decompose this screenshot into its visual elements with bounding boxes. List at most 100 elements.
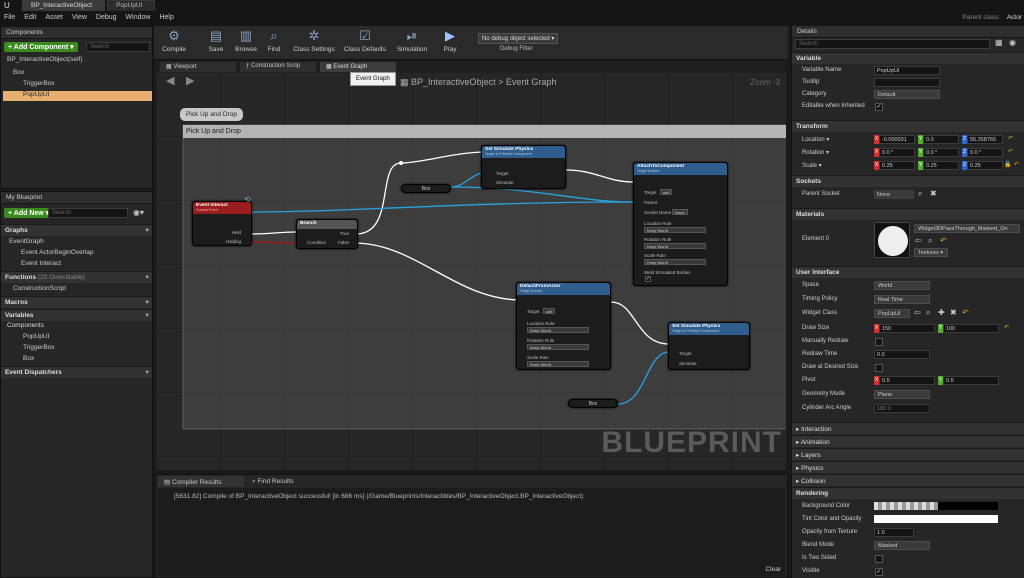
textures-dropdown[interactable]: Textures ▾ — [914, 248, 948, 257]
add-icon[interactable]: ✚ — [938, 308, 945, 317]
manually-redraw-checkbox[interactable] — [875, 338, 883, 346]
back-arrow-icon[interactable]: ◀ — [166, 74, 174, 87]
browse-icon[interactable]: ⌕ — [926, 308, 930, 318]
components-category[interactable]: Components — [3, 322, 44, 332]
lock-icon[interactable]: 🔓 — [1004, 161, 1011, 168]
interaction-section[interactable]: ▸ Interaction — [792, 422, 1024, 434]
pin-true[interactable]: True — [340, 231, 349, 236]
add-variable-icon[interactable]: + — [145, 312, 149, 319]
clear-icon[interactable]: ✖ — [930, 189, 937, 198]
parent-class-value[interactable]: Actor — [1007, 14, 1022, 21]
rotation-z-input[interactable]: 0.0 ° — [967, 148, 1003, 157]
space-dropdown[interactable]: World — [874, 281, 930, 290]
background-color-swatch[interactable] — [938, 502, 998, 510]
add-macro-icon[interactable]: + — [145, 299, 149, 306]
eye-icon[interactable]: ◉ — [1009, 38, 1016, 47]
scale-rule-dropdown[interactable]: Keep World — [644, 259, 706, 265]
rendering-section[interactable]: Rendering — [792, 487, 1024, 499]
pin-target[interactable]: Target — [644, 190, 657, 195]
pin-socket-name[interactable]: Socket Name — [644, 210, 671, 215]
search-icon[interactable]: ⌕ — [918, 189, 922, 199]
node-get-box-2[interactable]: Box — [568, 399, 618, 408]
pin-held[interactable]: Held — [232, 230, 241, 235]
add-graph-icon[interactable]: + — [145, 227, 149, 234]
pivot-label[interactable]: Pivot — [802, 377, 815, 383]
scale-x-input[interactable]: 0.25 — [879, 161, 915, 170]
materials-section[interactable]: Materials — [792, 208, 1024, 220]
visible-checkbox[interactable]: ✓ — [875, 568, 883, 576]
event-interact[interactable]: Event Interact — [17, 260, 61, 270]
breadcrumb-root[interactable]: BP_InteractiveObject — [411, 77, 496, 87]
sockets-section[interactable]: Sockets — [792, 175, 1024, 187]
pivot-y-input[interactable]: 0.5 — [943, 376, 999, 385]
draw-size-x-input[interactable]: 150 — [879, 324, 935, 333]
add-new-button[interactable]: + Add New ▾ — [4, 208, 54, 218]
node-attach-to-component[interactable]: AttachToComponent Target is Actor Target … — [633, 162, 728, 286]
geometry-mode-dropdown[interactable]: Plane — [874, 390, 930, 399]
my-blueprint-search-input[interactable]: Search — [48, 208, 128, 218]
eye-icon[interactable]: ◉▾ — [133, 208, 144, 217]
user-interface-section[interactable]: User Interface — [792, 266, 1024, 278]
node-set-simulate-physics-2[interactable]: Set Simulate Physics Target is Primitive … — [668, 322, 750, 370]
class-settings-button[interactable]: ✲ Class Settings — [290, 28, 338, 53]
animation-section[interactable]: ▸ Animation — [792, 435, 1024, 447]
node-branch[interactable]: Branch True False Condition — [296, 219, 358, 249]
variable-triggerbox[interactable]: TriggerBox — [19, 344, 55, 354]
property-matrix-icon[interactable]: ▦ — [995, 38, 1003, 47]
pin-condition[interactable]: Condition — [307, 240, 326, 245]
node-get-box[interactable]: Box — [401, 184, 451, 193]
component-box[interactable]: Box — [9, 69, 24, 79]
macros-section[interactable]: Macros + — [1, 296, 152, 308]
weld-checkbox[interactable]: ✓ — [645, 276, 651, 282]
category-dropdown[interactable]: Default — [874, 90, 940, 99]
variables-section[interactable]: Variables + — [1, 309, 152, 321]
pin-simulate[interactable]: Simulate — [496, 180, 514, 185]
pivot-x-input[interactable]: 0.5 — [879, 376, 935, 385]
blend-mode-dropdown[interactable]: Masked — [874, 541, 930, 550]
tab-bp-interactiveobject[interactable]: BP_InteractiveObject — [22, 0, 106, 11]
redraw-time-input[interactable]: 0.0 — [874, 350, 930, 359]
component-triggerbox[interactable]: TriggerBox — [19, 80, 55, 90]
rotation-label[interactable]: Rotation ▾ — [802, 149, 829, 156]
eventgraph-item[interactable]: EventGraph — [5, 238, 44, 248]
pin-false[interactable]: False — [338, 240, 349, 245]
menu-debug[interactable]: Debug — [96, 14, 117, 21]
menu-help[interactable]: Help — [159, 14, 173, 21]
material-thumbnail[interactable] — [874, 222, 910, 258]
node-detach-from-actor[interactable]: DetachFromActor Target is Actor Target se… — [516, 282, 611, 370]
transform-section[interactable]: Transform — [792, 120, 1024, 132]
add-component-button[interactable]: + Add Component ▾ — [4, 42, 78, 52]
draw-size-y-input[interactable]: 100 — [943, 324, 999, 333]
clear-button[interactable]: Clear — [765, 566, 781, 573]
reset-arrow-icon[interactable]: ↶ — [1004, 324, 1009, 331]
parent-socket-value[interactable]: None — [874, 190, 914, 199]
physics-section[interactable]: ▸ Physics — [792, 461, 1024, 473]
reset-arrow-icon[interactable]: ↶ — [1014, 161, 1019, 168]
scale-y-input[interactable]: 0.25 — [923, 161, 959, 170]
menu-asset[interactable]: Asset — [45, 14, 63, 21]
comment-bubble[interactable]: Pick Up and Drop — [180, 108, 243, 121]
class-defaults-button[interactable]: ☑ Class Defaults — [342, 28, 388, 53]
scale-rule-dropdown[interactable]: Keep World — [527, 361, 589, 367]
opacity-texture-input[interactable]: 1.0 — [874, 528, 914, 537]
rotation-x-input[interactable]: 0.0 ° — [879, 148, 915, 157]
simulation-button[interactable]: ⏯ Simulation — [392, 28, 432, 53]
rotation-rule-dropdown[interactable]: Keep World — [644, 243, 706, 249]
add-dispatcher-icon[interactable]: + — [145, 369, 149, 376]
background-color-swatch-checker[interactable] — [874, 502, 938, 510]
components-search-input[interactable]: Search — [86, 42, 150, 52]
reset-arrow-icon[interactable]: ↶ — [1008, 148, 1013, 155]
pin-target[interactable]: Target — [527, 309, 540, 314]
editable-inherited-checkbox[interactable]: ✓ — [875, 103, 883, 111]
function-constructionscript[interactable]: ConstructionScript — [9, 285, 66, 295]
pin-parent[interactable]: Parent — [644, 200, 657, 205]
event-dispatchers-section[interactable]: Event Dispatchers + — [1, 366, 152, 378]
two-sided-checkbox[interactable] — [875, 555, 883, 563]
pin-simulate[interactable]: Simulate — [679, 361, 697, 366]
variable-popupui[interactable]: PopUpUI — [19, 333, 49, 343]
functions-section[interactable]: Functions (20 Overridable) + — [1, 271, 152, 283]
compile-button[interactable]: ⚙ Compile — [154, 28, 194, 53]
scale-z-input[interactable]: 0.25 — [967, 161, 1003, 170]
use-selected-arrow-icon[interactable]: ⇦ — [915, 236, 922, 245]
tab-popupui[interactable]: PopUpUI — [107, 0, 156, 11]
